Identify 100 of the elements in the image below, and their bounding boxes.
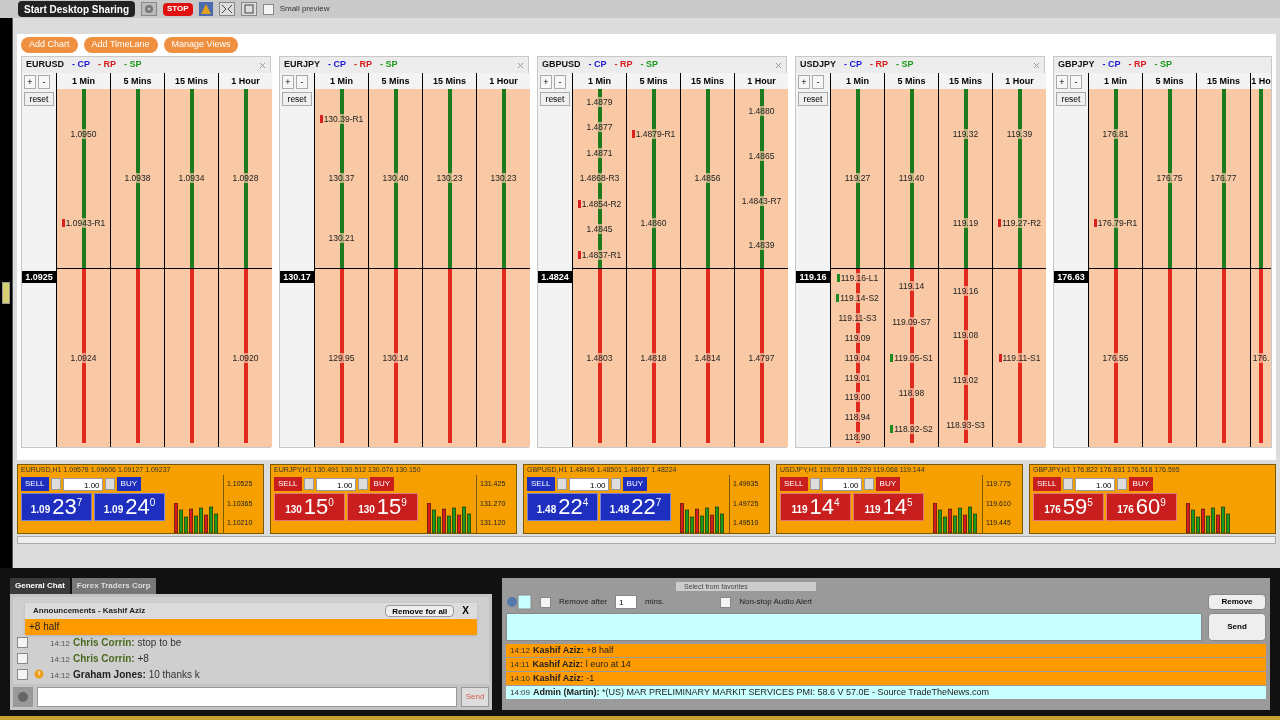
price-label: 130.23 — [490, 173, 517, 184]
sell-button[interactable]: SELL — [527, 477, 555, 491]
chat-input[interactable] — [37, 687, 457, 707]
chat-tab[interactable]: General Chat — [10, 578, 70, 594]
zoom-in-button[interactable]: + — [24, 75, 36, 89]
reset-button[interactable]: reset — [798, 92, 828, 106]
price-label: 119.11-S1 — [1002, 352, 1041, 363]
buy-button[interactable]: BUY — [369, 477, 395, 491]
price-pips: 24 — [125, 494, 150, 520]
sell-button[interactable]: SELL — [21, 477, 49, 491]
buy-button[interactable]: BUY — [1128, 477, 1154, 491]
checkbox[interactable] — [17, 636, 28, 648]
amount-field[interactable]: 1.00 — [62, 477, 103, 491]
sidebar-handle[interactable] — [2, 282, 10, 304]
price-fraction: 0 — [149, 496, 156, 508]
amount-field[interactable]: 1.00 — [315, 477, 356, 491]
price-label: 119.40 — [898, 173, 925, 184]
buy-button[interactable]: BUY — [116, 477, 142, 491]
share-button[interactable]: Start Desktop Sharing — [18, 1, 136, 17]
price-label: 118.92-S2 — [894, 424, 933, 435]
zoom-out-button[interactable]: - — [812, 75, 824, 89]
audio-icon[interactable] — [506, 594, 532, 610]
checkbox[interactable] — [17, 668, 28, 680]
zoom-out-button[interactable]: - — [1070, 75, 1082, 89]
zoom-in-button[interactable]: + — [1056, 75, 1068, 89]
price-label: 119.04 — [844, 352, 871, 363]
legend-label: - SP — [124, 58, 142, 72]
price-label: 176.81 — [1102, 128, 1129, 139]
legend-label: - SP — [896, 58, 914, 72]
price-label: 119.01 — [844, 372, 871, 383]
close-icon[interactable] — [259, 61, 266, 69]
price-big-figure: 176 — [1044, 503, 1061, 517]
settings-icon[interactable] — [141, 2, 158, 16]
pair-title: EURUSD — [26, 58, 64, 72]
close-button[interactable]: X — [462, 606, 469, 616]
shrink-icon[interactable] — [218, 2, 235, 16]
checkbox[interactable] — [262, 3, 274, 15]
checkbox[interactable] — [720, 596, 732, 608]
zoom-in-button[interactable]: + — [798, 75, 810, 89]
zoom-out-button[interactable]: - — [296, 75, 308, 89]
sell-button[interactable]: SELL — [274, 477, 302, 491]
price-label: 176.79-R1 — [1097, 217, 1138, 228]
close-icon[interactable] — [517, 61, 524, 69]
message-input[interactable] — [506, 613, 1202, 641]
fullscreen-icon[interactable] — [240, 2, 257, 16]
price-label: 119.16-L1 — [840, 273, 879, 284]
reset-button[interactable]: reset — [540, 92, 570, 106]
legend-label: - SP — [380, 58, 398, 72]
price-label: 1.0928 — [232, 173, 259, 184]
sell-button[interactable]: SELL — [780, 477, 808, 491]
legend-label: - CP — [588, 58, 607, 72]
reset-button[interactable]: reset — [282, 92, 312, 106]
price-label: 1.4865 — [748, 150, 775, 161]
current-price: 130.17 — [280, 270, 314, 283]
price-pips: 23 — [52, 494, 77, 520]
remove-for-all-button[interactable]: Remove for all — [385, 605, 455, 617]
minutes-field[interactable]: 1 — [615, 595, 638, 609]
legend-label: - RP — [1128, 58, 1147, 72]
price-fraction: 9 — [401, 496, 407, 508]
remove-button[interactable]: Remove — [1208, 594, 1266, 610]
close-icon[interactable] — [1033, 61, 1040, 69]
zoom-in-button[interactable]: + — [540, 75, 552, 89]
announcement-message: +8 half — [25, 619, 477, 635]
price-label: 176.77 — [1210, 173, 1237, 184]
price-big-figure: 1.09 — [103, 503, 124, 517]
send-button[interactable]: Send — [1208, 613, 1266, 641]
buy-button[interactable]: BUY — [875, 477, 901, 491]
price-pips: 22 — [631, 494, 656, 520]
scrollbar[interactable] — [17, 536, 1276, 544]
price-label: 176.75 — [1156, 173, 1183, 184]
checkbox[interactable] — [17, 652, 28, 664]
price-big-figure: 130 — [285, 503, 302, 517]
price-label: 119.27-R2 — [1001, 217, 1042, 228]
zoom-out-button[interactable]: - — [38, 75, 50, 89]
price-pips: 15 — [303, 494, 329, 520]
amount-field[interactable]: 1.00 — [568, 477, 609, 491]
colorful-icon[interactable] — [198, 2, 213, 16]
amount-field[interactable]: 1.00 — [1074, 477, 1115, 491]
stop-button[interactable]: STOP — [163, 2, 193, 16]
reset-button[interactable]: reset — [24, 92, 54, 106]
settings-icon[interactable] — [13, 687, 33, 707]
buy-button[interactable]: BUY — [622, 477, 648, 491]
price-label: 1.4877 — [586, 122, 613, 133]
legend-label: - RP — [354, 58, 372, 72]
zoom-out-button[interactable]: - — [554, 75, 566, 89]
price-big-figure: 119 — [864, 503, 881, 517]
price-big-figure: 130 — [358, 503, 375, 517]
sell-button[interactable]: SELL — [1033, 477, 1061, 491]
checkbox[interactable] — [540, 596, 551, 608]
price-label: 1.4803 — [586, 352, 613, 363]
legend-label: - RP — [870, 58, 888, 72]
legend-label: - RP — [614, 58, 633, 72]
reset-button[interactable]: reset — [1056, 92, 1086, 106]
legend-label: - CP — [72, 58, 90, 72]
price-label: 119.32 — [952, 128, 979, 139]
price-fraction: 7 — [76, 496, 83, 508]
close-icon[interactable] — [775, 61, 782, 69]
zoom-in-button[interactable]: + — [282, 75, 294, 89]
price-label: 119.00 — [844, 392, 871, 403]
amount-field[interactable]: 1.00 — [821, 477, 862, 491]
